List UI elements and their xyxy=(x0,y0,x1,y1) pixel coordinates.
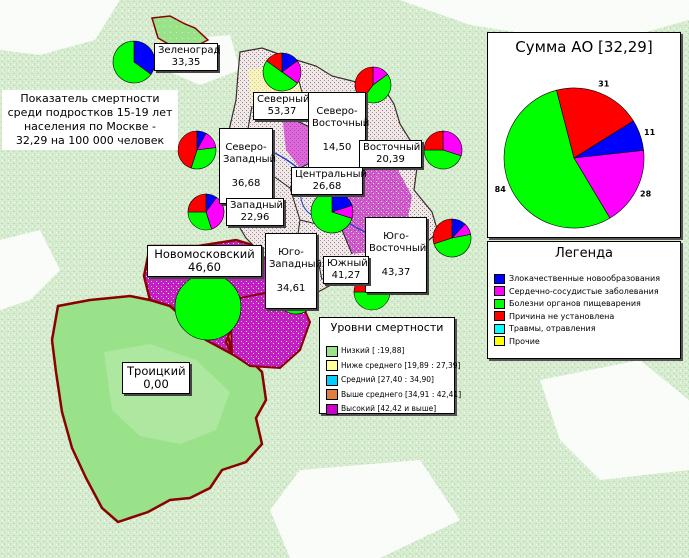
legend-item-label: Болезни органов пищеварения xyxy=(509,299,641,309)
severny-value: 53,37 xyxy=(267,106,297,117)
level-item-high: Высокий [42,42 и выше] xyxy=(326,402,461,417)
level-item-low: Низкий [ :19,88] xyxy=(326,344,461,359)
legend-title: Легенда xyxy=(554,246,614,261)
legend-item-label: Сердечно-сосудистые заболевания xyxy=(509,286,659,296)
troitsky-value: 0,00 xyxy=(143,377,169,391)
severo-zapadny-value: 36,68 xyxy=(231,178,261,189)
legend-swatch xyxy=(494,336,505,347)
pie-severny[interactable] xyxy=(262,52,302,92)
pie-novomoskovsky[interactable] xyxy=(174,273,242,341)
yugo-vostochny-value: 43,37 xyxy=(381,267,411,278)
label-severo-zapadny[interactable]: Северо- Западный 36,68 xyxy=(219,128,277,204)
legend-item-label: Прочие xyxy=(509,336,540,346)
level-swatch xyxy=(326,374,338,386)
label-zelenograd[interactable]: Зеленоград 33,35 xyxy=(154,43,221,71)
label-zapadny[interactable]: Западный 22,96 xyxy=(226,198,284,226)
label-tsentralny[interactable]: Центральный 26,68 xyxy=(291,167,367,195)
level-swatch xyxy=(326,345,338,357)
legend-swatch xyxy=(494,273,505,284)
caption-line-4: 32,29 на 100 000 человек xyxy=(15,134,165,147)
level-item-below-average: Ниже среднего [19,89 : 27,39] xyxy=(326,359,461,374)
legend-item-cardiovascular: Сердечно-сосудистые заболевания xyxy=(494,286,660,299)
levels-list: Низкий [ :19,88] Ниже среднего [19,89 : … xyxy=(326,344,461,417)
map-caption: Показатель смертности среди подростков 1… xyxy=(2,90,178,150)
level-swatch xyxy=(326,389,338,400)
level-item-label: Низкий [ :19,88] xyxy=(341,346,405,355)
caption-line-3: населения по Москве - xyxy=(23,120,157,133)
legend-item-label: Злокачественные новообразования xyxy=(509,274,661,283)
pie-severo-zapadny[interactable] xyxy=(177,130,217,170)
legend-swatch xyxy=(494,323,505,334)
zapadny-value: 22,96 xyxy=(240,212,270,223)
severo-vostochny-name: Северо- Восточный xyxy=(312,106,370,129)
severo-zapadny-name: Северо- Западный xyxy=(223,142,277,165)
level-item-label: Ниже среднего [19,89 : 27,39] xyxy=(341,360,461,370)
tsentralny-name: Центральный xyxy=(295,169,367,180)
vostochny-name: Восточный xyxy=(363,142,421,153)
legend-item-digestive: Болезни органов пищеварения xyxy=(494,298,660,311)
map-canvas: Зеленоград 33,35 Северный 53,37 Северо- … xyxy=(0,0,689,558)
legend-swatch xyxy=(494,286,505,297)
label-novomoskovsky[interactable]: Новомосковский 46,60 xyxy=(147,245,262,277)
level-swatch xyxy=(326,403,338,415)
pie-yugo-vostochny[interactable] xyxy=(432,218,472,258)
legend-item-unknown: Причина не установлена xyxy=(494,311,660,324)
levels-title: Уровни смертности xyxy=(330,321,444,334)
severo-vostochny-value: 14,50 xyxy=(322,142,352,153)
pie-vostochny[interactable] xyxy=(423,130,463,170)
severny-name: Северный xyxy=(257,94,310,105)
pie-slice-0 xyxy=(174,273,242,341)
summary-slice-label-0: 11 xyxy=(644,128,656,137)
label-yugo-zapadny[interactable]: Юго- Западный 34,61 xyxy=(265,233,323,309)
level-swatch xyxy=(326,360,338,371)
label-vostochny[interactable]: Восточный 20,39 xyxy=(359,140,422,168)
legend-item-label: Травмы, отравления xyxy=(509,324,596,334)
level-item-label: Высокий [42,42 и выше] xyxy=(341,404,437,413)
caption-line-1: Показатель смертности xyxy=(20,92,160,105)
zapadny-name: Западный xyxy=(230,200,284,211)
summary-slice-label-1: 28 xyxy=(640,190,652,199)
pie-tsentralny[interactable] xyxy=(310,190,354,234)
level-item-label: Выше среднего [34,91 : 42,41] xyxy=(341,389,462,399)
label-severo-vostochny[interactable]: Северо- Восточный 14,50 xyxy=(308,92,370,168)
caption-line-2: среди подростков 15-19 лет xyxy=(7,106,173,119)
yuzhny-value: 41,27 xyxy=(331,270,361,281)
legend-item-other: Прочие xyxy=(494,336,660,349)
levels-panel: Уровни смертности Низкий [ :19,88] Ниже … xyxy=(319,317,461,415)
label-yugo-vostochny[interactable]: Юго- Восточный 43,37 xyxy=(365,217,427,293)
legend-list: Злокачественные новообразования Сердечно… xyxy=(494,273,660,349)
label-troitsky[interactable]: Троицкий 0,00 xyxy=(122,362,190,394)
summary-panel: Сумма АО [32,29] 11 28 84 31 xyxy=(487,32,681,238)
pie-slice-3 xyxy=(187,193,207,213)
pie-slice-2 xyxy=(423,130,444,151)
level-item-label: Средний [27,40 : 34,90] xyxy=(341,375,434,384)
summary-slice-label-2: 84 xyxy=(495,185,507,194)
vostochny-value: 20,39 xyxy=(376,154,405,165)
legend-swatch xyxy=(494,311,505,322)
tsentralny-value: 26,68 xyxy=(312,181,342,192)
novomoskovsky-value: 46,60 xyxy=(188,260,221,274)
label-severny[interactable]: Северный 53,37 xyxy=(253,92,311,120)
level-item-average: Средний [27,40 : 34,90] xyxy=(326,373,461,388)
legend-item-malignant: Злокачественные новообразования xyxy=(494,273,660,286)
pie-zelenograd[interactable] xyxy=(112,40,156,84)
label-yuzhny[interactable]: Южный 41,27 xyxy=(323,256,369,284)
zelenograd-name: Зеленоград xyxy=(158,45,221,56)
yuzhny-name: Южный xyxy=(327,258,368,269)
legend-item-label: Причина не установлена xyxy=(509,311,615,321)
summary-pie-chart: 11 28 84 31 xyxy=(495,80,656,229)
legend-swatch xyxy=(494,298,505,309)
summary-slice-label-3: 31 xyxy=(598,80,610,89)
yugo-vostochny-name: Юго- Восточный xyxy=(369,231,427,254)
yugo-zapadny-name: Юго- Западный xyxy=(269,247,323,270)
yugo-zapadny-value: 34,61 xyxy=(276,283,306,294)
zelenograd-value: 33,35 xyxy=(171,57,201,68)
legend-item-injuries: Травмы, отравления xyxy=(494,323,660,336)
level-item-above-average: Выше среднего [34,91 : 42,41] xyxy=(326,388,461,403)
legend-panel: Легенда Злокачественные новообразования … xyxy=(487,241,681,359)
